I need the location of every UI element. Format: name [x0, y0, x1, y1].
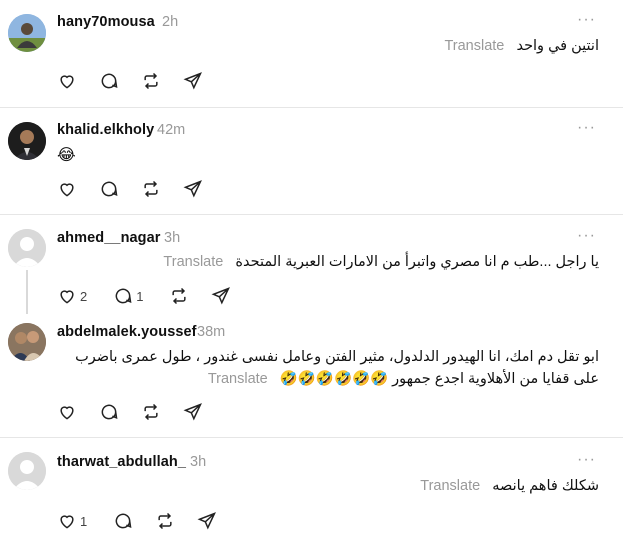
post-actions — [57, 178, 225, 200]
avatar-photo — [8, 14, 46, 52]
send-icon — [183, 72, 202, 90]
avatar[interactable] — [8, 452, 46, 490]
post-actions: 1 — [57, 510, 239, 532]
post-text: يا راجل ...طب م انا مصري واتبرأ من الاما… — [235, 254, 599, 270]
reply-count: 1 — [136, 288, 144, 304]
post-abdelmalek-youssef: abdelmalek.youssef 38m ابو تقل دم امك، ا… — [0, 315, 623, 438]
heart-icon — [60, 183, 74, 197]
username[interactable]: abdelmalek.youssef — [57, 324, 197, 340]
like-button[interactable]: 2 — [57, 286, 91, 306]
repost-icon — [172, 287, 187, 305]
share-button[interactable] — [183, 402, 203, 422]
username[interactable]: ahmed__nagar — [57, 230, 161, 246]
share-button[interactable] — [211, 286, 231, 306]
like-count: 2 — [80, 288, 88, 304]
post-actions — [57, 401, 225, 423]
share-button[interactable] — [183, 71, 203, 91]
repost-icon — [144, 180, 158, 198]
repost-button[interactable] — [169, 286, 189, 306]
default-avatar-icon — [8, 452, 46, 490]
heart-icon — [60, 75, 74, 89]
post-text-line-1: ابو تقل دم امك، انا الهيدور الدلدول، مثي… — [75, 349, 599, 365]
post-time: 2h — [162, 14, 179, 30]
more-options-button[interactable]: ··· — [577, 12, 596, 28]
post-text-line-2: على قفايا من الأهلاوية اجدع جمهور 🤣🤣🤣🤣🤣🤣 — [279, 371, 599, 387]
repost-icon — [158, 512, 172, 530]
heart-icon — [60, 515, 74, 529]
avatar[interactable] — [8, 122, 46, 160]
post-text-row: يا راجل ...طب م انا مصري واتبرأ من الاما… — [163, 254, 599, 270]
like-button[interactable] — [57, 402, 77, 422]
translate-link[interactable]: Translate — [163, 254, 223, 270]
post-time: 3h — [190, 454, 207, 470]
repost-button[interactable] — [141, 402, 161, 422]
send-icon — [211, 287, 231, 305]
more-options-button[interactable]: ··· — [577, 452, 596, 468]
like-count: 1 — [80, 513, 88, 529]
post-hany70mousa: hany70mousa 2h ··· انتين في واحد Transla… — [0, 0, 623, 108]
post-text-row: على قفايا من الأهلاوية اجدع جمهور 🤣🤣🤣🤣🤣🤣… — [208, 370, 599, 387]
post-text-row: شكلك فاهم يانصه Translate — [420, 478, 599, 494]
reply-button[interactable] — [99, 179, 119, 199]
send-icon — [183, 403, 202, 421]
repost-icon — [144, 403, 158, 421]
post-time: 3h — [164, 230, 181, 246]
like-button[interactable] — [57, 71, 77, 91]
more-options-button[interactable]: ··· — [577, 120, 596, 136]
comment-icon — [101, 181, 118, 197]
repost-icon — [144, 72, 158, 90]
reply-button[interactable] — [99, 402, 119, 422]
username[interactable]: hany70mousa — [57, 14, 155, 30]
comment-icon — [101, 404, 118, 420]
heart-icon — [60, 290, 74, 304]
heart-icon — [60, 406, 74, 420]
like-button[interactable] — [57, 179, 77, 199]
post-actions — [57, 70, 225, 92]
comment-icon — [115, 288, 132, 304]
translate-link[interactable]: Translate — [420, 478, 480, 494]
more-options-button[interactable]: ··· — [577, 228, 596, 244]
post-actions: 2 1 — [57, 285, 253, 307]
post-text-row: انتين في واحد Translate — [444, 38, 599, 54]
avatar-photo — [8, 323, 46, 361]
post-ahmed-nagar: ahmed__nagar 3h ··· يا راجل ...طب م انا … — [0, 215, 623, 315]
default-avatar-icon — [8, 229, 46, 267]
post-time: 38m — [197, 324, 226, 340]
like-button[interactable]: 1 — [57, 511, 91, 531]
username[interactable]: khalid.elkholy — [57, 122, 154, 138]
share-button[interactable] — [183, 179, 203, 199]
repost-button[interactable] — [141, 179, 161, 199]
send-icon — [183, 180, 202, 198]
send-icon — [197, 512, 217, 530]
avatar[interactable] — [8, 14, 46, 52]
reply-button[interactable]: 1 — [113, 286, 147, 306]
avatar[interactable] — [8, 323, 46, 361]
post-text: انتين في واحد — [516, 38, 599, 54]
share-button[interactable] — [197, 511, 217, 531]
repost-button[interactable] — [155, 511, 175, 531]
avatar[interactable] — [8, 229, 46, 267]
post-tharwat-abdullah: tharwat_abdullah_ 3h ··· شكلك فاهم يانصه… — [0, 438, 623, 554]
post-text: 😂 — [57, 147, 76, 164]
translate-link[interactable]: Translate — [444, 38, 504, 54]
avatar-photo — [8, 122, 46, 160]
comment-icon — [101, 73, 118, 89]
reply-button[interactable] — [113, 511, 133, 531]
comment-icon — [115, 513, 132, 529]
post-khalid-elkholy: khalid.elkholy 42m ··· 😂 — [0, 108, 623, 214]
post-text: شكلك فاهم يانصه — [492, 478, 599, 494]
post-time: 42m — [157, 122, 186, 138]
repost-button[interactable] — [141, 71, 161, 91]
username[interactable]: tharwat_abdullah_ — [57, 454, 186, 470]
reply-button[interactable] — [99, 71, 119, 91]
translate-link[interactable]: Translate — [208, 371, 268, 387]
